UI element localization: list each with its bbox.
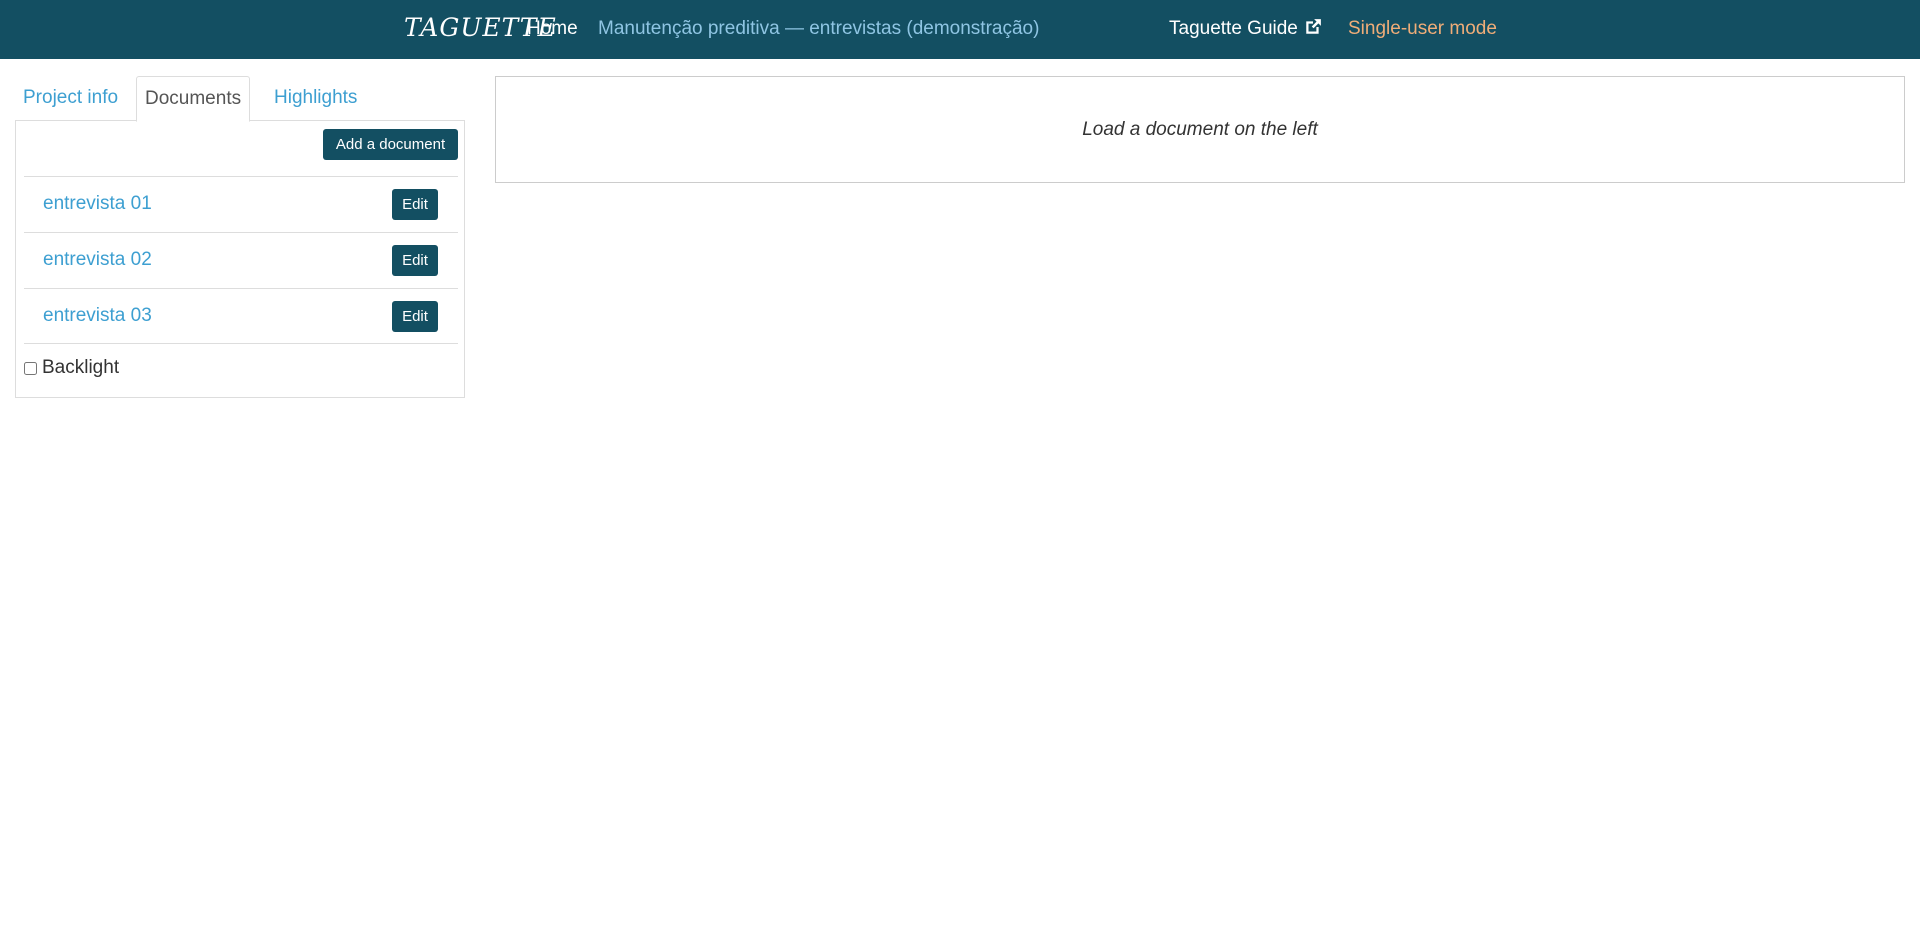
document-viewer: Load a document on the left	[495, 76, 1905, 183]
viewer-placeholder: Load a document on the left	[1082, 119, 1318, 140]
edit-document-button[interactable]: Edit	[392, 301, 438, 332]
document-link[interactable]: entrevista 01	[43, 193, 152, 215]
document-link[interactable]: entrevista 03	[43, 305, 152, 327]
left-tabs: Project info Documents Highlights	[15, 76, 465, 122]
nav-project-title-link[interactable]: Manutenção preditiva — entrevistas (demo…	[598, 18, 1039, 40]
edit-document-button[interactable]: Edit	[392, 189, 438, 220]
backlight-toggle[interactable]: Backlight	[24, 356, 119, 380]
tab-documents[interactable]: Documents	[136, 76, 251, 122]
edit-document-button[interactable]: Edit	[392, 245, 438, 276]
backlight-checkbox[interactable]	[24, 361, 37, 375]
nav-guide-label: Taguette Guide	[1169, 18, 1298, 39]
list-item: entrevista 01 Edit	[24, 176, 458, 232]
add-document-button[interactable]: Add a document	[323, 129, 458, 160]
backlight-label: Backlight	[42, 357, 120, 378]
external-link-icon	[1306, 19, 1321, 34]
tab-highlights[interactable]: Highlights	[266, 76, 365, 121]
nav-home-link[interactable]: Home	[527, 18, 578, 40]
nav-guide-link[interactable]: Taguette Guide	[1169, 18, 1322, 40]
document-list: entrevista 01 Edit entrevista 02 Edit en…	[24, 176, 458, 344]
list-item: entrevista 03 Edit	[24, 288, 458, 344]
documents-panel: Add a document entrevista 01 Edit entrev…	[15, 120, 465, 398]
document-link[interactable]: entrevista 02	[43, 249, 152, 271]
tab-project-info[interactable]: Project info	[15, 76, 126, 121]
list-item: entrevista 02 Edit	[24, 232, 458, 288]
top-navbar: TAGUETTE Home Manutenção preditiva — ent…	[0, 0, 1920, 59]
nav-single-user-mode[interactable]: Single-user mode	[1348, 18, 1497, 40]
